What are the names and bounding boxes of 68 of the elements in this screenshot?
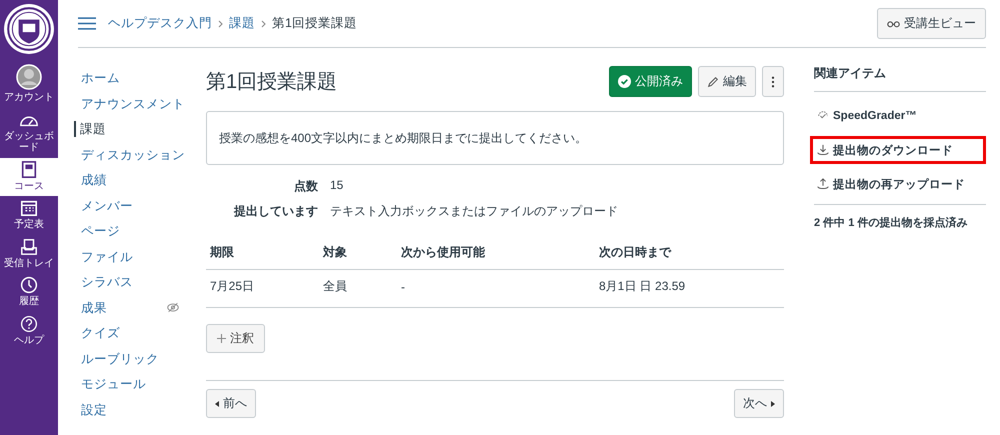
right-triangle-icon [771, 400, 775, 406]
detail-value: テキスト入力ボックスまたはファイルのアップロード [330, 203, 619, 220]
table-cell: 全員 [319, 270, 397, 308]
pencil-icon [707, 76, 719, 88]
download-icon [817, 144, 829, 156]
course-nav-link[interactable]: アナウンスメント [78, 96, 206, 121]
column-header: 対象 [319, 240, 397, 270]
global-nav-item[interactable]: 予定表 [0, 196, 58, 234]
course-nav-link[interactable]: ページ [78, 223, 206, 248]
table-cell: 7月25日 [206, 270, 319, 308]
column-header: 次から使用可能 [397, 240, 595, 270]
detail-label: 提出しています [232, 203, 318, 220]
global-nav-item[interactable]: ヘルプ [0, 312, 58, 350]
breadcrumb-link[interactable]: 課題 [229, 15, 255, 32]
plus-icon [217, 334, 226, 343]
assignment-title: 第1回授業課題 [206, 70, 338, 95]
next-button[interactable]: 次へ [734, 389, 784, 418]
global-nav-item[interactable]: コース [0, 158, 58, 196]
course-nav-link[interactable]: シラバス [78, 274, 206, 300]
university-logo-icon[interactable] [3, 3, 55, 55]
edit-button[interactable]: 編集 [698, 66, 756, 97]
published-button[interactable]: 公開済み [609, 66, 692, 97]
course-nav-link[interactable]: メンバー [78, 198, 206, 223]
description-text: 授業の感想を400文字以内にまとめ期限日までに提出してください。 [219, 130, 588, 146]
course-nav-link[interactable]: モジュール [78, 376, 206, 402]
related-item-link[interactable]: 提出物の再アップロード [810, 170, 986, 198]
clock-icon [19, 276, 39, 294]
related-items-heading: 関連アイテム [814, 65, 986, 92]
breadcrumb-link[interactable]: ヘルプデスク入門 [108, 15, 212, 32]
breadcrumb-link[interactable]: 第1回授業課題 [272, 15, 357, 32]
help-icon [19, 314, 39, 332]
column-header: 期限 [206, 240, 319, 270]
related-item-link[interactable]: SpeedGrader™ [810, 102, 986, 130]
course-nav-link[interactable]: ファイル [78, 248, 206, 274]
book-icon [19, 160, 39, 178]
course-nav-link[interactable]: ホーム [78, 70, 206, 96]
calendar-icon [19, 199, 39, 217]
column-header: 次の日時まで [595, 240, 784, 270]
student-view-button[interactable]: 受講生ビュー [877, 8, 986, 39]
upload-icon [817, 178, 829, 190]
course-nav-link[interactable]: ルーブリック [78, 350, 206, 376]
global-nav-item[interactable]: ダッシュボード [0, 108, 58, 158]
course-nav-link[interactable]: 課題 [74, 121, 206, 137]
course-nav-link[interactable]: 成績 [78, 172, 206, 198]
course-nav-link[interactable]: クイズ [78, 325, 206, 350]
chevron-icon [218, 20, 223, 28]
glasses-icon [887, 19, 900, 28]
table-cell: 8月1日 日 23.59 [595, 270, 784, 308]
course-nav-link[interactable]: 設定 [78, 402, 206, 427]
course-nav-link[interactable]: 成果 [78, 300, 206, 325]
table-cell: - [397, 270, 595, 308]
chevron-icon [261, 20, 266, 28]
more-icon [771, 76, 775, 88]
detail-label: 点数 [293, 178, 318, 195]
global-nav-item[interactable]: 履歴 [0, 273, 58, 312]
annotate-button[interactable]: 注釈 [206, 324, 265, 353]
course-nav-link[interactable]: ディスカッション [78, 146, 206, 172]
check-circle-icon [618, 75, 631, 88]
global-nav-item[interactable]: アカウント [0, 61, 58, 108]
left-triangle-icon [215, 400, 219, 406]
menu-icon[interactable] [78, 17, 96, 30]
previous-button[interactable]: 前へ [206, 389, 256, 418]
inbox-icon [19, 238, 39, 256]
related-item-link[interactable]: 提出物のダウンロード [810, 136, 986, 164]
graded-summary-text: 2 件中 1 件の提出物を採点済み [814, 204, 986, 230]
detail-value: 15 [330, 178, 344, 194]
avatar-icon [16, 64, 42, 90]
global-nav-item[interactable]: 受信トレイ [0, 234, 58, 273]
